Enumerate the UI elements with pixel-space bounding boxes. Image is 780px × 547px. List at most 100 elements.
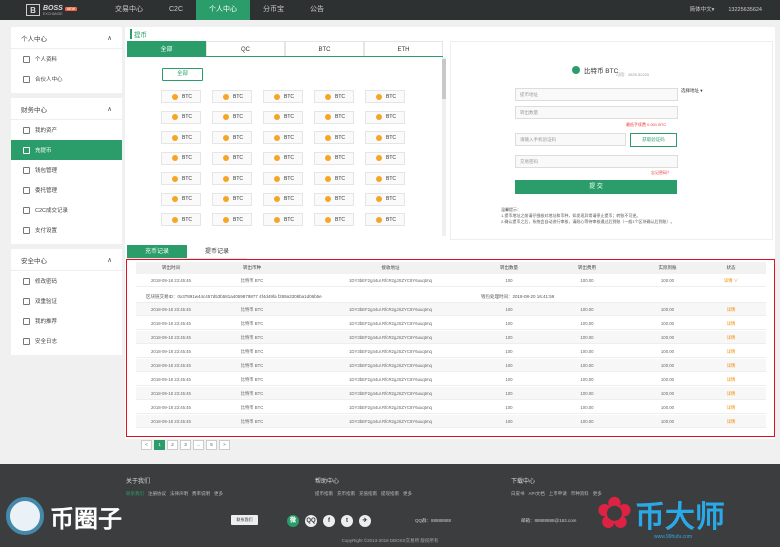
coin-item[interactable]: BTC [365, 131, 405, 144]
coin-item[interactable]: BTC [161, 151, 201, 165]
details-link[interactable]: 详情 [696, 415, 766, 427]
coin-item[interactable]: BTC [263, 213, 303, 226]
coin-item[interactable]: BTC [263, 131, 303, 144]
coin-item[interactable]: BTC [212, 213, 252, 226]
footer-link[interactable]: 白皮书 [511, 491, 525, 497]
details-link[interactable]: 详情 [696, 345, 766, 357]
trade-password-input[interactable]: 交易密码 [515, 155, 678, 168]
coin-item[interactable]: BTC [161, 110, 201, 124]
sidebar-item[interactable]: 修改密码 [11, 271, 122, 291]
telegram-icon[interactable]: ✈ [359, 515, 371, 527]
sidebar-item[interactable]: 安全日志 [11, 331, 122, 351]
coin-item[interactable]: BTC [212, 192, 252, 206]
coin-item[interactable]: BTC [161, 172, 201, 185]
coin-item[interactable]: BTC [314, 131, 354, 144]
details-link[interactable]: 详情 [696, 401, 766, 413]
footer-link[interactable]: 充值指南 [359, 491, 377, 497]
coin-item[interactable]: BTC [161, 131, 201, 144]
footer-link[interactable]: 联系我们 [126, 491, 144, 497]
nav-item-2[interactable]: 个人中心 [196, 0, 251, 20]
wechat-icon[interactable]: 微 [287, 515, 299, 527]
twitter-icon[interactable]: t [341, 515, 353, 527]
coin-list-scrollbar[interactable] [442, 57, 446, 236]
footer-link[interactable]: 法律声明 [170, 491, 188, 497]
nav-item-0[interactable]: 交易中心 [102, 0, 156, 20]
coin-item[interactable]: BTC [263, 110, 303, 124]
coin-item[interactable]: BTC [314, 90, 354, 103]
footer-link[interactable]: 提币指南 [315, 491, 333, 497]
details-link[interactable]: 详情 [696, 359, 766, 371]
nav-item-1[interactable]: C2C [156, 0, 196, 20]
page-button[interactable]: 5 [206, 440, 217, 450]
coin-item[interactable]: BTC [365, 90, 405, 103]
sidebar-item[interactable]: 双重验证 [11, 291, 122, 311]
qq-icon[interactable]: QQ [305, 515, 317, 527]
footer-link[interactable]: API文档 [529, 491, 545, 497]
details-link[interactable]: 详情 ∨ [696, 274, 766, 286]
footer-link[interactable]: 更多 [214, 491, 223, 497]
coin-item[interactable]: BTC [365, 151, 405, 165]
record-tab[interactable]: 提币记录 [187, 245, 247, 259]
coin-item[interactable]: BTC [365, 172, 405, 185]
page-button[interactable]: 2 [167, 440, 178, 450]
coin-item[interactable]: BTC [212, 110, 252, 124]
page-button[interactable]: < [141, 440, 152, 450]
footer-link[interactable]: 更多 [403, 491, 412, 497]
coin-item[interactable]: BTC [314, 110, 354, 124]
sidebar-item[interactable]: 支付设置 [11, 220, 122, 240]
coin-item[interactable]: BTC [314, 151, 354, 165]
scrollbar-thumb[interactable] [442, 59, 446, 99]
get-code-button[interactable]: 获取验证码 [630, 133, 677, 147]
details-link[interactable]: 详情 [696, 373, 766, 385]
forgot-password-link[interactable]: 忘记密码？ [651, 170, 671, 176]
footer-link[interactable]: 提现指南 [381, 491, 399, 497]
footer-link[interactable]: 上币申请 [549, 491, 567, 497]
coin-tab[interactable]: 全部 [127, 41, 206, 56]
user-phone[interactable]: 13225635624 [728, 0, 762, 20]
address-input[interactable]: 提币地址 [515, 88, 678, 101]
coin-tab[interactable]: ETH [364, 41, 443, 56]
facebook-icon[interactable]: f [323, 515, 335, 527]
submit-button[interactable]: 提 交 [515, 180, 677, 194]
join-us-button[interactable]: 联系我们 [231, 515, 258, 525]
coin-item[interactable]: BTC [161, 213, 201, 226]
sidebar-item[interactable]: 个人资料 [11, 49, 122, 69]
coin-tab[interactable]: BTC [285, 41, 364, 56]
sidebar-group-header[interactable]: 安全中心 ∧ [11, 249, 122, 271]
page-button[interactable]: 1 [154, 440, 165, 450]
coin-item[interactable]: BTC [263, 172, 303, 185]
coin-item[interactable]: BTC [161, 90, 201, 103]
coin-item[interactable]: BTC [212, 151, 252, 165]
sidebar-group-header[interactable]: 财务中心 ∧ [11, 98, 122, 120]
coin-item[interactable]: BTC [314, 213, 354, 226]
details-link[interactable]: 详情 [696, 303, 766, 315]
page-button[interactable]: ... [193, 440, 204, 450]
sidebar-item[interactable]: 充提币 [11, 140, 122, 160]
coin-item[interactable]: BTC [212, 90, 252, 103]
sidebar-item[interactable]: 合伙人中心 [11, 69, 122, 89]
select-address-dropdown[interactable]: 选择地址 ▾ [681, 88, 703, 94]
coin-item[interactable]: BTC [365, 110, 405, 124]
coin-item[interactable]: BTC [212, 131, 252, 144]
footer-link[interactable]: 费率说明 [192, 491, 210, 497]
record-tab[interactable]: 充币记录 [127, 245, 187, 259]
coin-item[interactable]: BTC [365, 192, 405, 206]
coin-item[interactable]: BTC [314, 192, 354, 206]
coin-item[interactable]: BTC [365, 213, 405, 226]
nav-item-3[interactable]: 分币宝 [250, 0, 297, 20]
sidebar-item[interactable]: C2C成交记录 [11, 200, 122, 220]
sidebar-item[interactable]: 我的推荐 [11, 311, 122, 331]
footer-link[interactable]: 币种资料 [571, 491, 589, 497]
coin-item[interactable]: BTC [161, 192, 201, 206]
sidebar-item[interactable]: 钱包管理 [11, 160, 122, 180]
details-link[interactable]: 详情 [696, 387, 766, 399]
coin-tab[interactable]: QC [206, 41, 285, 56]
nav-item-4[interactable]: 公告 [297, 0, 337, 20]
coin-item[interactable]: BTC [263, 151, 303, 165]
footer-link[interactable]: 充币指南 [337, 491, 355, 497]
sms-code-input[interactable]: 请输入手机验证码 [515, 133, 626, 146]
logo[interactable]: B BOSS NEW EXCHANGE [26, 4, 102, 16]
coin-item[interactable]: BTC [212, 172, 252, 185]
sidebar-item[interactable]: 我的资产 [11, 120, 122, 140]
sidebar-group-header[interactable]: 个人中心 ∧ [11, 27, 122, 49]
